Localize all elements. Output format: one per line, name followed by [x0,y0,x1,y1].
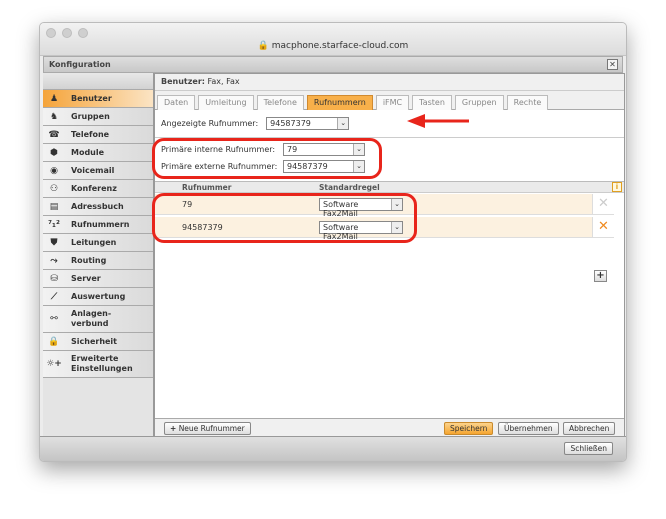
sidebar-item-auswertung[interactable]: ⟋ Auswertung [43,288,153,306]
voicemail-icon: ◉ [50,165,58,176]
sidebar-item-telefone[interactable]: ☎ Telefone [43,126,153,144]
annotation-highlight-rows [152,193,417,243]
sidebar-item-label: Konferenz [71,183,117,193]
page-title: Benutzer: Fax, Fax [155,74,624,91]
select-value: 94587379 [270,119,311,128]
apply-button[interactable]: Übernehmen [498,422,559,435]
sidebar-top [43,73,153,90]
close-window-button[interactable] [46,28,56,38]
url-bar[interactable]: 🔒 macphone.starface-cloud.com [40,41,626,51]
displayed-number-select[interactable]: 94587379 ⌄ [266,117,350,130]
sidebar-item-label: Benutzer [71,93,112,103]
sidebar-item-label: Gruppen [71,111,110,121]
lock-icon: 🔒 [48,336,60,347]
title-bar: 🔒 macphone.starface-cloud.com [40,23,626,56]
add-row-button[interactable]: + [594,270,607,282]
group-icon: ♞ [49,111,59,122]
tab-rufnummern[interactable]: Rufnummern [306,95,373,110]
network-icon: ⚯ [50,314,58,324]
sidebar-item-anlagen[interactable]: ⚯ Anlagen- verbund [43,306,153,333]
sidebar-item-label: Auswertung [71,291,126,301]
button-label: Neue Rufnummer [178,424,245,433]
main-panel: Benutzer: Fax, Fax Daten Umleitung Telefon… [154,73,625,438]
header-value: Fax, Fax [207,77,240,86]
sidebar-item-sicherheit[interactable]: 🔒 Sicherheit [43,333,153,351]
header-label: Benutzer: [161,77,205,86]
zoom-window-button[interactable] [78,28,88,38]
sidebar-item-voicemail[interactable]: ◉ Voicemail [43,162,153,180]
annotation-highlight-primary [152,138,382,179]
tab-bar: Daten Umleitung Telefone Rufnummern iFMC Tast… [155,91,624,110]
sidebar-item-label: Anlagen- verbund [71,309,112,328]
sidebar-item-label: Telefone [71,129,110,139]
sidebar-item-label: Routing [71,255,107,265]
tab-tasten[interactable]: Tasten [412,95,452,110]
delete-icon[interactable]: ✕ [592,194,614,214]
table-header: Rufnummer Standardregel i [155,181,624,193]
tab-rechte[interactable]: Rechte [506,95,549,110]
tab-ifmc[interactable]: iFMC [375,95,410,110]
phone-icon: ☎ [48,129,60,140]
chart-icon: ⟋ [50,291,58,302]
sidebar-item-label: Server [71,273,101,283]
minimize-window-button[interactable] [62,28,72,38]
sidebar: ♟ Benutzer ♞ Gruppen ☎ Telefone ⬢ Module ◉ Voicem… [43,73,154,438]
delete-icon[interactable]: ✕ [592,217,614,237]
sidebar-item-server[interactable]: ⛁ Server [43,270,153,288]
window-title: Konfiguration [49,60,111,69]
sidebar-item-benutzer[interactable]: ♟ Benutzer [43,90,153,108]
close-icon[interactable]: ✕ [607,59,618,70]
footer-bar: Schließen [40,436,626,461]
sidebar-item-rufnummern[interactable]: ⁷₁² Rufnummern [43,216,153,234]
displayed-number-label: Angezeigte Rufnummer: [161,119,259,128]
routing-icon: ⤳ [50,255,58,266]
sidebar-item-label: Rufnummern [71,219,130,229]
settings-plus-icon: ☼+ [46,359,62,369]
annotation-arrow-icon [407,114,469,128]
sidebar-item-konferenz[interactable]: ⚇ Konferenz [43,180,153,198]
url-text: macphone.starface-cloud.com [271,41,409,51]
column-header-rule[interactable]: Standardregel [319,183,380,192]
numbers-icon: ⁷₁² [48,219,60,230]
lines-icon: ⛊ [50,237,58,248]
action-bar: + Neue Rufnummer Speichern Übernehmen Ab… [155,418,624,437]
tab-daten[interactable]: Daten [157,95,196,110]
conference-icon: ⚇ [49,183,59,194]
displayed-number-row: Angezeigte Rufnummer: 94587379 ⌄ [155,110,624,137]
sidebar-item-gruppen[interactable]: ♞ Gruppen [43,108,153,126]
sidebar-item-label: Erweiterte Einstellungen [71,354,133,373]
cancel-button[interactable]: Abbrechen [563,422,616,435]
column-header-number[interactable]: Rufnummer [182,183,231,192]
sidebar-item-erweiterte[interactable]: ☼+ Erweiterte Einstellungen [43,351,153,378]
config-header: Konfiguration ✕ [43,56,623,73]
server-icon: ⛁ [50,273,58,284]
sidebar-item-label: Leitungen [71,237,117,247]
sidebar-item-module[interactable]: ⬢ Module [43,144,153,162]
sidebar-item-label: Adressbuch [71,201,124,211]
sidebar-item-label: Module [71,147,105,157]
chevron-down-icon: ⌄ [337,118,349,129]
sidebar-item-routing[interactable]: ⤳ Routing [43,252,153,270]
sidebar-item-label: Voicemail [71,165,115,175]
sidebar-item-leitungen[interactable]: ⛊ Leitungen [43,234,153,252]
tab-telefone[interactable]: Telefone [256,95,304,110]
close-button[interactable]: Schließen [564,442,613,455]
sidebar-item-label: Sicherheit [71,336,117,346]
tab-umleitung[interactable]: Umleitung [198,95,254,110]
save-button[interactable]: Speichern [444,422,494,435]
sidebar-item-adressbuch[interactable]: ▤ Adressbuch [43,198,153,216]
info-icon[interactable]: i [612,182,622,192]
new-number-button[interactable]: + Neue Rufnummer [164,422,251,435]
addressbook-icon: ▤ [49,201,59,212]
tab-gruppen[interactable]: Gruppen [454,95,504,110]
user-icon: ♟ [49,93,59,104]
module-icon: ⬢ [50,147,58,158]
